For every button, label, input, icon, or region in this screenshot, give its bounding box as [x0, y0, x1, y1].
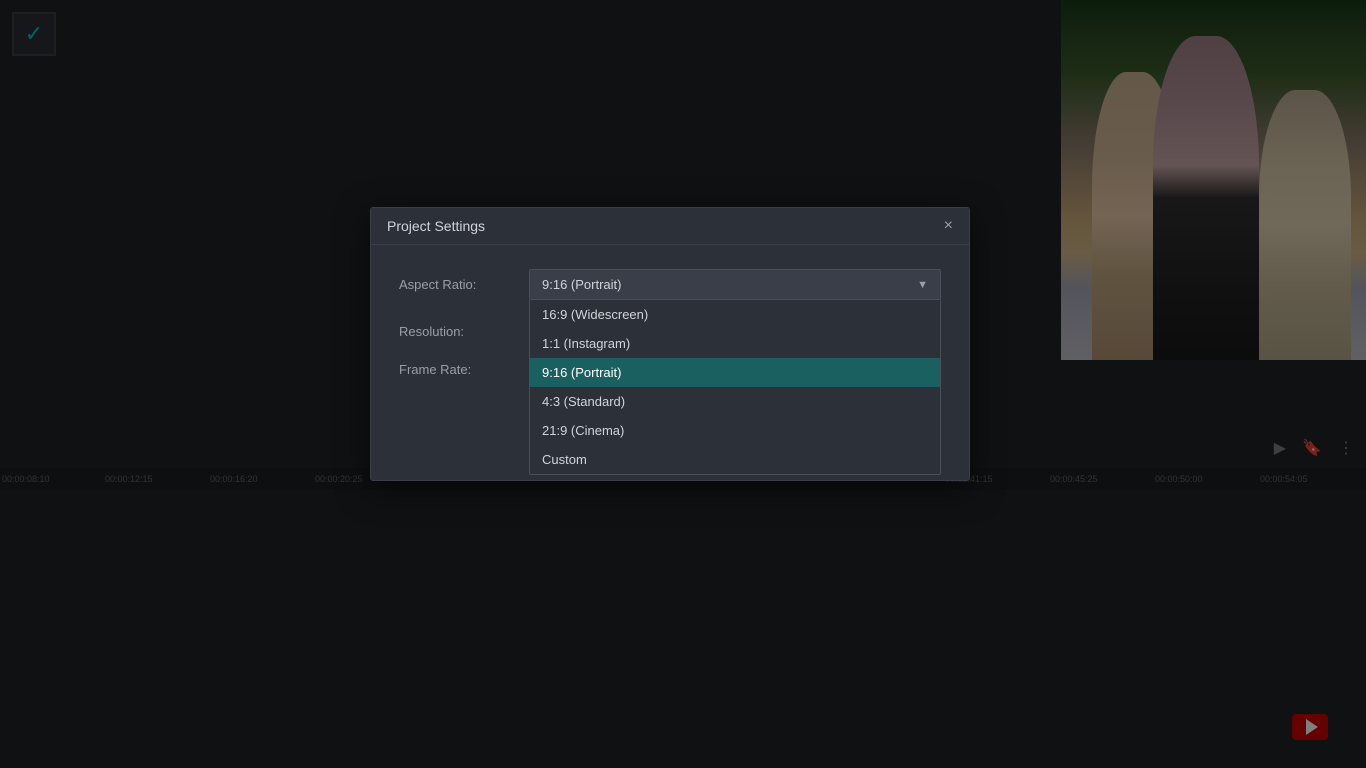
option-widescreen[interactable]: 16:9 (Widescreen) [530, 300, 940, 329]
dialog-body: Aspect Ratio: 9:16 (Portrait) ▼ 16:9 (Wi… [371, 245, 969, 419]
aspect-ratio-dropdown[interactable]: 9:16 (Portrait) ▼ [529, 269, 941, 300]
aspect-ratio-dropdown-wrap: 9:16 (Portrait) ▼ 16:9 (Widescreen) 1:1 … [529, 269, 941, 300]
dialog-titlebar: Project Settings × [371, 208, 969, 245]
option-instagram[interactable]: 1:1 (Instagram) [530, 329, 940, 358]
option-standard[interactable]: 4:3 (Standard) [530, 387, 940, 416]
aspect-ratio-dropdown-list: 16:9 (Widescreen) 1:1 (Instagram) 9:16 (… [529, 300, 941, 475]
resolution-label: Resolution: [399, 324, 529, 339]
aspect-ratio-row: Aspect Ratio: 9:16 (Portrait) ▼ 16:9 (Wi… [399, 269, 941, 300]
dropdown-arrow-icon: ▼ [917, 279, 928, 291]
option-portrait[interactable]: 9:16 (Portrait) [530, 358, 940, 387]
option-custom[interactable]: Custom [530, 445, 940, 474]
project-settings-dialog: Project Settings × Aspect Ratio: 9:16 (P… [370, 207, 970, 481]
frame-rate-label: Frame Rate: [399, 362, 529, 377]
dialog-title: Project Settings [387, 218, 485, 234]
aspect-ratio-label: Aspect Ratio: [399, 277, 529, 292]
dialog-close-button[interactable]: × [944, 218, 953, 234]
option-cinema[interactable]: 21:9 (Cinema) [530, 416, 940, 445]
aspect-ratio-selected-value: 9:16 (Portrait) [542, 277, 621, 292]
